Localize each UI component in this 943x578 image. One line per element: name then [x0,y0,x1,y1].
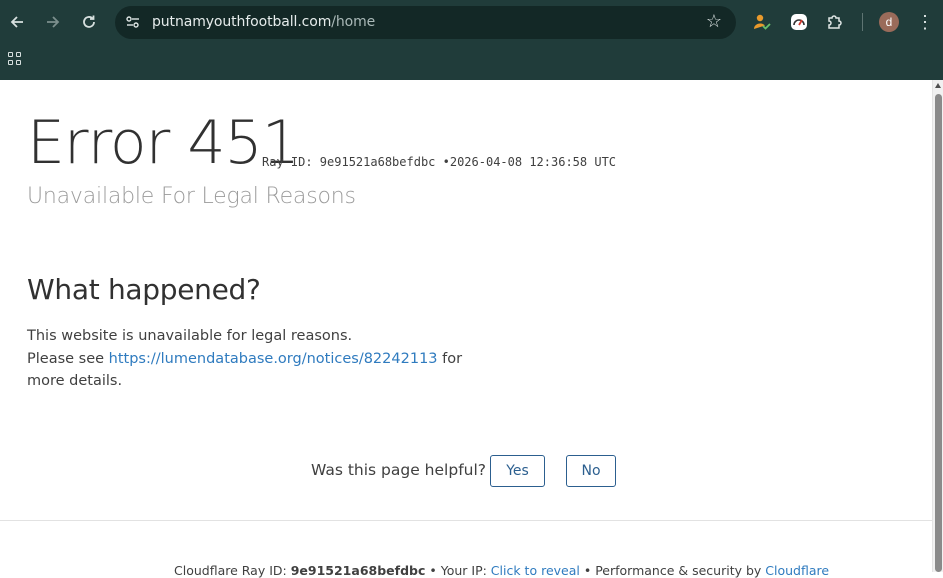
site-info-button[interactable] [123,12,143,32]
arrow-right-icon [47,16,60,28]
error-title: Error 451 [27,108,300,178]
feedback-question: Was this page helpful? [311,461,487,479]
feedback-no-button[interactable]: No [566,455,616,487]
footer-ip-label: Your IP: [440,563,491,578]
footer-ray-label: Cloudflare Ray ID: [174,563,291,578]
ray-id-line: Ray ID: 9e91521a68befdbc •2026-04-08 12:… [262,155,616,169]
footer-perf-label: Performance & security by [595,563,766,578]
scroll-up-arrow-icon[interactable] [935,83,941,88]
profile-avatar[interactable]: d [879,12,899,32]
footer-divider [0,520,932,521]
scroll-thumb[interactable] [935,94,942,572]
ray-id: Ray ID: 9e91521a68befdbc [262,155,436,169]
extension-gauge-button[interactable] [786,9,812,35]
reveal-ip-link[interactable]: Click to reveal [491,563,580,578]
browser-toolbar: putnamyouthfootball.com/home ☆ d ⋮ [0,0,943,80]
ray-separator: • [442,155,450,169]
footer-bullet-2: • [579,563,596,578]
url-path: /home [331,14,376,30]
cloudflare-link[interactable]: Cloudflare [765,563,829,578]
kebab-menu-icon[interactable]: ⋮ [916,10,934,34]
page-content: Error 451 Ray ID: 9e91521a68befdbc •2026… [0,80,932,578]
extensions-button[interactable] [822,9,848,35]
toolbar-divider [862,13,863,31]
puzzle-icon [828,15,842,29]
back-button[interactable] [3,8,31,36]
reload-button[interactable] [75,8,103,36]
footer-bullet: • [425,563,441,578]
error-timestamp: 2026-04-08 12:36:58 UTC [449,155,617,169]
reload-icon [83,15,95,28]
person-check-icon [754,14,771,30]
explanation-line: This website is unavailable for legal re… [27,328,353,344]
error-subtitle: Unavailable For Legal Reasons [27,184,356,209]
extension-person-button[interactable] [749,9,775,35]
explanation-paragraph: This website is unavailable for legal re… [27,325,467,393]
address-bar[interactable]: putnamyouthfootball.com/home ☆ [115,6,736,39]
explanation-prefix: Please see [27,350,109,367]
forward-button[interactable] [39,8,67,36]
footer-ray-value: 9e91521a68befdbc [290,563,426,578]
arrow-left-icon [10,16,23,28]
url-text[interactable]: putnamyouthfootball.com/home [152,14,375,30]
what-happened-heading: What happened? [27,273,261,306]
url-domain: putnamyouthfootball.com [152,14,332,30]
lumen-notice-link[interactable]: https://lumendatabase.org/notices/822421… [109,351,438,367]
page-scrollbar[interactable] [932,80,943,572]
gauge-icon [791,14,807,30]
apps-grid-icon[interactable] [8,52,22,66]
bookmark-star-icon[interactable]: ☆ [706,11,722,32]
tune-icon [126,16,139,28]
footer: Cloudflare Ray ID: 9e91521a68befdbc • Yo… [174,563,829,578]
feedback-yes-button[interactable]: Yes [490,455,545,487]
